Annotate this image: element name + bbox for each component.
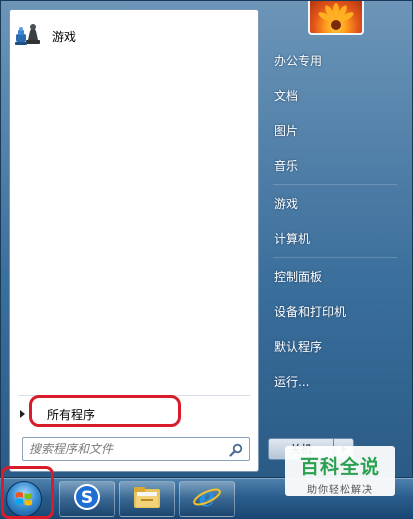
link-label: 控制面板 <box>274 269 323 284</box>
link-label: 图片 <box>274 123 299 138</box>
link-default-programs[interactable]: 默认程序 <box>265 331 405 361</box>
link-label: 游戏 <box>274 196 299 211</box>
watermark-title: 百科全说 <box>299 456 380 478</box>
svg-text:S: S <box>81 488 93 508</box>
link-devices-printers[interactable]: 设备和打印机 <box>265 296 405 326</box>
watermark: 百科全说 助你轻松解决 <box>285 446 395 496</box>
svg-text:e: e <box>199 483 216 512</box>
taskbar-button-sogou[interactable]: S <box>59 481 115 517</box>
link-label: 办公专用 <box>274 53 323 68</box>
link-label: 计算机 <box>274 231 311 246</box>
link-label: 默认程序 <box>274 339 323 354</box>
start-menu: 游戏 所有程序 搜索程序和文件 办公专用 文档 图片 音乐 游戏 计算机 控制面… <box>0 0 413 496</box>
watermark-subtitle: 助你轻松解决 <box>307 485 373 496</box>
link-games[interactable]: 游戏 <box>265 188 405 218</box>
link-label: 音乐 <box>274 158 299 173</box>
start-button[interactable] <box>6 481 42 517</box>
file-explorer-icon <box>131 483 163 515</box>
link-label: 文档 <box>274 88 299 103</box>
link-computer[interactable]: 计算机 <box>265 223 405 253</box>
link-pictures[interactable]: 图片 <box>265 115 405 145</box>
link-run[interactable]: 运行... <box>265 366 405 396</box>
games-icon <box>14 21 44 51</box>
user-picture[interactable] <box>308 1 364 35</box>
windows-logo-icon <box>16 492 32 506</box>
link-office[interactable]: 办公专用 <box>265 45 405 75</box>
sogou-icon: S <box>72 482 102 516</box>
divider <box>273 184 397 185</box>
divider <box>273 257 397 258</box>
link-music[interactable]: 音乐 <box>265 150 405 180</box>
left-panel: 游戏 所有程序 <box>9 9 259 472</box>
all-programs-button[interactable]: 所有程序 <box>18 402 254 426</box>
link-label: 运行... <box>274 374 310 389</box>
link-control-panel[interactable]: 控制面板 <box>265 261 405 291</box>
taskbar-button-ie[interactable]: e <box>179 481 235 517</box>
internet-explorer-icon: e <box>191 482 223 516</box>
pinned-item-label: 游戏 <box>52 29 77 44</box>
taskbar-button-explorer[interactable] <box>119 481 175 517</box>
link-label: 设备和打印机 <box>274 304 347 319</box>
link-documents[interactable]: 文档 <box>265 80 405 110</box>
search-icon[interactable] <box>229 442 243 457</box>
divider <box>18 395 250 396</box>
pinned-item-games[interactable]: 游戏 <box>12 18 256 54</box>
arrow-right-icon <box>20 410 25 418</box>
search-box[interactable] <box>22 437 250 461</box>
search-input[interactable] <box>23 442 219 456</box>
all-programs-label: 所有程序 <box>47 407 96 422</box>
